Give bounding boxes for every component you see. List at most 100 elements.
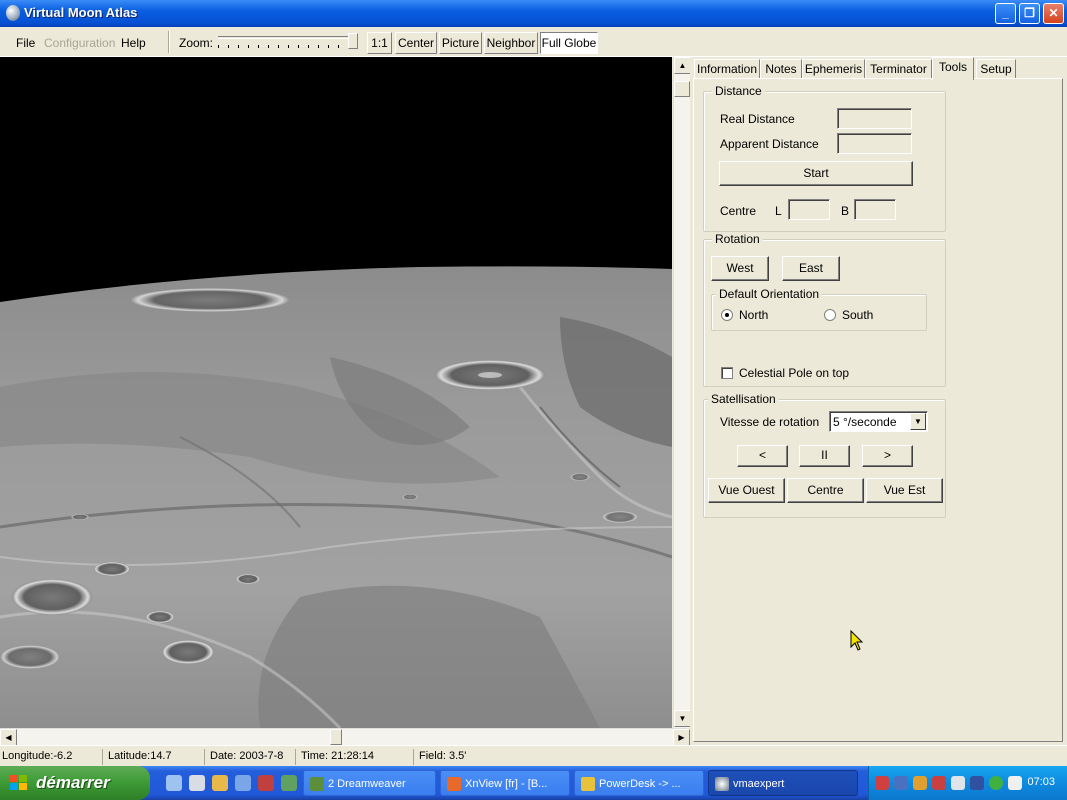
tray-bluetooth-icon[interactable] (970, 776, 984, 790)
picture-button[interactable]: Picture (439, 32, 482, 54)
tools-panel: Information Notes Ephemeris Terminator T… (690, 57, 1067, 745)
pause-button[interactable]: II (799, 445, 850, 467)
panel-tabs: Information Notes Ephemeris Terminator T… (693, 57, 1063, 80)
one-to-one-button[interactable]: 1:1 (367, 32, 392, 54)
taskbar-item-vmaexpert[interactable]: vmaexpert (708, 770, 858, 796)
close-button[interactable]: ✕ (1043, 3, 1064, 24)
rotation-speed-value: 5 °/seconde (833, 415, 897, 429)
tray-update-icon[interactable] (894, 776, 908, 790)
task-label: XnView [fr] - [B... (465, 778, 548, 790)
menu-file[interactable]: File (16, 36, 35, 50)
center-button[interactable]: Center (395, 32, 437, 54)
south-label: South (842, 308, 874, 322)
west-button[interactable]: West (711, 256, 769, 281)
vertical-scrollbar[interactable]: ▲ ▼ (673, 57, 691, 728)
tab-terminator[interactable]: Terminator (865, 59, 932, 79)
menu-help[interactable]: Help (121, 36, 146, 50)
task-label: PowerDesk -> ... (599, 778, 681, 790)
toolbar-separator (168, 31, 170, 53)
taskbar-item-dreamweaver[interactable]: 2 Dreamweaver (303, 770, 436, 796)
menu-toolbar: File Configuration Help Zoom: 1:1 Center… (0, 27, 1067, 57)
zoom-slider[interactable] (216, 33, 363, 49)
centre-l-label: L (775, 204, 782, 218)
centre-l-field[interactable] (788, 199, 830, 220)
scroll-up-button[interactable]: ▲ (674, 57, 691, 74)
minimize-button[interactable]: _ (995, 3, 1016, 24)
quicklaunch-desktop-icon[interactable] (166, 775, 182, 791)
tray-volume-icon[interactable] (1008, 776, 1022, 790)
quicklaunch-app-icon[interactable] (189, 775, 205, 791)
west-view-button[interactable]: Vue Ouest (708, 478, 785, 503)
moon-app-icon (6, 5, 20, 21)
tray-network-icon[interactable] (875, 776, 889, 790)
real-distance-field[interactable] (837, 108, 912, 129)
zoom-slider-thumb[interactable] (348, 33, 358, 49)
scroll-right-button[interactable]: ▶ (673, 729, 690, 746)
apparent-distance-field[interactable] (837, 133, 912, 154)
taskbar-item-powerdesk[interactable]: PowerDesk -> ... (574, 770, 704, 796)
status-longitude: Longitude:-6.2 (0, 749, 103, 765)
tab-ephemeris[interactable]: Ephemeris (802, 59, 865, 79)
start-button[interactable]: Start (719, 161, 913, 186)
tray-shield-icon[interactable] (913, 776, 927, 790)
celestial-pole-label: Celestial Pole on top (739, 366, 850, 380)
scroll-down-button[interactable]: ▼ (674, 710, 691, 727)
chevron-down-icon[interactable]: ▼ (910, 413, 926, 430)
vertical-scroll-thumb[interactable] (674, 81, 690, 97)
system-tray: 07:03 (868, 766, 1067, 800)
zoom-label: Zoom: (179, 36, 214, 50)
moon-surface-image (0, 57, 672, 728)
centre-b-field[interactable] (854, 199, 896, 220)
rotation-speed-label: Vitesse de rotation (720, 415, 820, 429)
task-label: vmaexpert (733, 778, 785, 790)
start-button[interactable]: démarrer (0, 766, 150, 800)
tray-app-icon[interactable] (951, 776, 965, 790)
full-globe-button[interactable]: Full Globe (540, 32, 598, 54)
quicklaunch-media-icon[interactable] (258, 775, 274, 791)
tab-information[interactable]: Information (694, 59, 760, 79)
quicklaunch-folder-icon[interactable] (212, 775, 228, 791)
quicklaunch-browser-icon[interactable] (235, 775, 251, 791)
south-radio[interactable] (824, 309, 836, 321)
scroll-left-button[interactable]: ◀ (0, 729, 17, 746)
moon-view[interactable] (0, 57, 672, 728)
default-orientation-title: Default Orientation (716, 287, 823, 301)
title-bar[interactable]: Virtual Moon Atlas _ ❐ ✕ (0, 0, 1067, 27)
status-field: Field: 3.5' (419, 750, 467, 762)
north-label: North (739, 308, 769, 322)
taskbar-clock: 07:03 (1027, 776, 1055, 788)
default-orientation-group: Default Orientation North South (711, 287, 927, 331)
zoom-slider-track (218, 36, 358, 39)
xnview-icon (447, 777, 461, 791)
tools-tab-page: Distance Real Distance Apparent Distance… (693, 78, 1063, 742)
east-view-button[interactable]: Vue Est (866, 478, 943, 503)
taskbar-item-xnview[interactable]: XnView [fr] - [B... (440, 770, 570, 796)
start-label: démarrer (36, 773, 110, 792)
previous-button[interactable]: < (737, 445, 788, 467)
east-button[interactable]: East (782, 256, 840, 281)
tab-tools[interactable]: Tools (932, 57, 974, 80)
centre-b-label: B (841, 204, 850, 218)
menu-configuration[interactable]: Configuration (44, 36, 115, 50)
horizontal-scrollbar[interactable]: ◀ ▶ (0, 728, 690, 746)
quicklaunch-tool-icon[interactable] (281, 775, 297, 791)
rotation-speed-select[interactable]: 5 °/seconde ▼ (829, 411, 928, 432)
north-radio[interactable] (721, 309, 733, 321)
tray-antivirus-icon[interactable] (932, 776, 946, 790)
centre-view-button[interactable]: Centre (787, 478, 864, 503)
real-distance-label: Real Distance (720, 112, 795, 126)
satellisation-group-title: Satellisation (708, 392, 779, 406)
rotation-group-title: Rotation (712, 232, 763, 246)
maximize-button[interactable]: ❐ (1019, 3, 1040, 24)
status-time: Time: 21:28:14 (299, 749, 414, 765)
celestial-pole-checkbox[interactable] (721, 367, 733, 379)
horizontal-scroll-thumb[interactable] (330, 729, 342, 745)
task-label: 2 Dreamweaver (328, 778, 406, 790)
next-button[interactable]: > (862, 445, 913, 467)
tab-setup[interactable]: Setup (976, 59, 1016, 79)
mouse-cursor-icon (850, 630, 864, 651)
tab-notes[interactable]: Notes (760, 59, 802, 79)
dreamweaver-icon (310, 777, 324, 791)
tray-status-icon[interactable] (989, 776, 1003, 790)
neighbor-button[interactable]: Neighbor (484, 32, 538, 54)
